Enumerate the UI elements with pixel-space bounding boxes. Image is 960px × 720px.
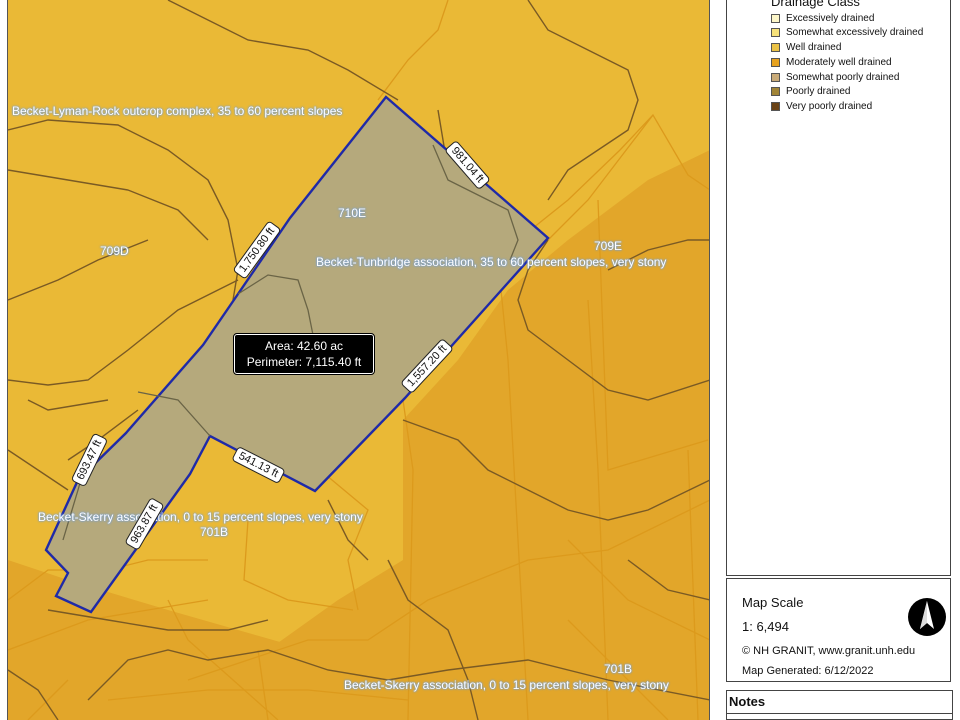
soil-label-becket-skerry-lower: Becket-Skerry association, 0 to 15 perce… [344,678,669,692]
map-unit-label: 709D [100,244,129,258]
credit-text: © NH GRANIT, www.granit.unh.edu [742,645,916,657]
legend-swatch [771,42,780,52]
legend-item-label: Well drained [786,41,842,53]
map-unit-label: 710E [338,206,367,220]
soil-label-becket-skerry-upper: Becket-Skerry association, 0 to 15 perce… [38,510,363,524]
legend-swatch [771,13,780,23]
legend-item-label: Very poorly drained [786,100,873,112]
map-border-right [709,0,710,720]
map-scale-value: 1: 6,494 [742,619,789,634]
legend-item-poorly-drained: Poorly drained [771,84,850,98]
legend-item-somewhat-excessively-drained: Somewhat excessively drained [771,25,923,39]
legend-item-label: Moderately well drained [786,56,892,68]
north-arrow-icon [908,598,946,636]
legend-panel: Drainage Class Excessively drained Somew… [726,0,951,576]
legend-item-excessively-drained: Excessively drained [771,11,874,25]
map-generated-date: Map Generated: 6/12/2022 [742,665,874,677]
legend-item-label: Poorly drained [786,85,851,97]
legend-item-label: Somewhat excessively drained [786,26,924,38]
legend-item-label: Somewhat poorly drained [786,71,900,83]
legend-item-very-poorly-drained: Very poorly drained [771,99,872,113]
legend-swatch [771,101,780,111]
map-unit-label: 701B [200,525,229,539]
soil-label-becket-lyman: Becket-Lyman-Rock outcrop complex, 35 to… [12,104,343,118]
legend-item-label: Excessively drained [786,12,875,24]
area-text: Area: 42.60 ac [264,339,344,353]
notes-divider [727,713,952,714]
legend-swatch [771,27,780,37]
legend-item-well-drained: Well drained [771,40,841,54]
map-scale-title: Map Scale [742,595,804,610]
legend-swatch [771,57,780,67]
legend-item-somewhat-poorly-drained: Somewhat poorly drained [771,70,899,84]
notes-panel: Notes [726,690,953,720]
map-unit-label: 709E [594,239,623,253]
map-canvas[interactable]: Becket-Lyman-Rock outcrop complex, 35 to… [8,0,710,720]
legend-item-moderately-well-drained: Moderately well drained [771,55,892,69]
legend-swatch [771,72,780,82]
legend-swatch [771,86,780,96]
area-perimeter-box: Area: 42.60 ac Perimeter: 7,115.40 ft [233,333,375,375]
perimeter-text: Perimeter: 7,115.40 ft [246,355,362,369]
scale-panel: Map Scale 1: 6,494 © NH GRANIT, www.gran… [726,578,951,682]
legend-title: Drainage Class [771,0,860,9]
map-unit-label: 701B [604,662,633,676]
notes-title: Notes [729,694,766,709]
soil-label-becket-tunbridge: Becket-Tunbridge association, 35 to 60 p… [316,255,667,269]
